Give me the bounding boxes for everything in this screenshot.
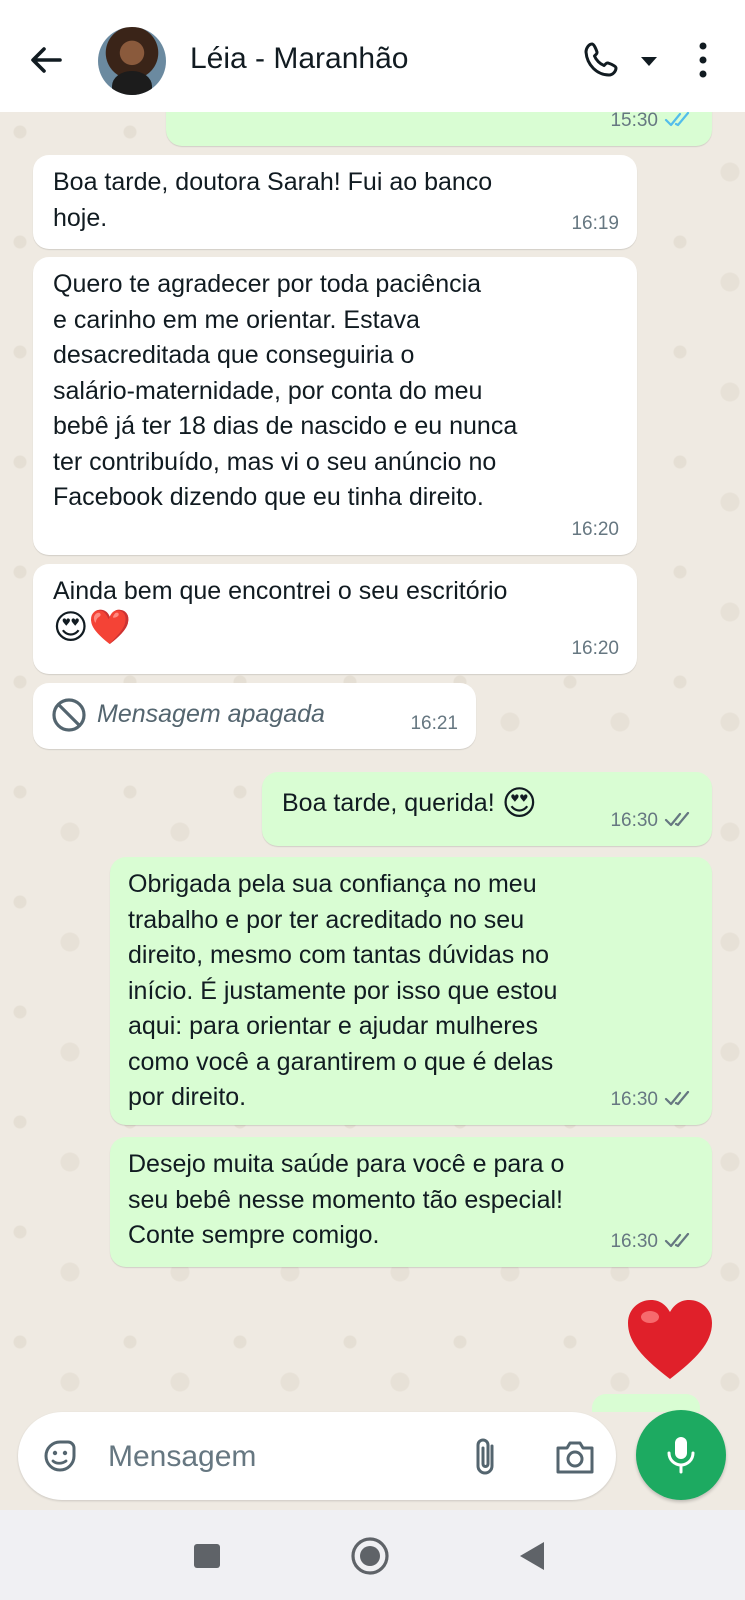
message-bubble-incoming[interactable]: Quero te agradecer por toda paciência e …: [33, 257, 637, 555]
message-meta: 16:30: [610, 1224, 694, 1260]
message-meta: 16:19: [571, 206, 619, 242]
deleted-message-text: Mensagem apagada: [97, 700, 325, 728]
back-arrow-icon[interactable]: [24, 38, 68, 82]
message-text: Boa tarde, doutora Sarah! Fui ao banco h…: [53, 168, 493, 232]
paperclip-icon[interactable]: [466, 1436, 506, 1478]
microphone-icon: [667, 1437, 695, 1474]
message-time: 16:21: [410, 712, 458, 734]
more-options-icon[interactable]: [688, 40, 718, 80]
message-bubble-outgoing[interactable]: 15:30: [166, 112, 712, 146]
message-meta: 16:20: [571, 631, 619, 667]
phone-icon[interactable]: [582, 40, 622, 80]
heart-icon: [628, 1300, 712, 1379]
home-icon[interactable]: [350, 1536, 390, 1576]
message-time: 15:30: [610, 112, 658, 131]
message-time: 16:30: [610, 809, 658, 831]
message-composer: [18, 1412, 616, 1500]
message-meta: 15:30: [610, 112, 694, 138]
emoji-heart-eyes: 😍: [501, 783, 538, 824]
double-tick-icon: [664, 1091, 690, 1106]
message-text: Obrigada pela sua confiança no meu traba…: [128, 870, 558, 1111]
message-bubble-incoming[interactable]: Ainda bem que encontrei o seu escritório…: [33, 564, 637, 674]
sticker-icon[interactable]: [40, 1436, 80, 1476]
contact-avatar[interactable]: [98, 27, 166, 95]
message-bubble-outgoing[interactable]: Desejo muita saúde para você e para o se…: [110, 1137, 712, 1267]
message-text-content: Boa tarde, querida!: [282, 789, 495, 817]
message-text: Quero te agradecer por toda paciência e …: [53, 270, 518, 511]
message-time: 16:30: [610, 1088, 658, 1110]
message-text-content: Ainda bem que encontrei o seu escritório: [53, 577, 508, 605]
message-meta: 16:20: [571, 512, 619, 548]
microphone-button[interactable]: [636, 1410, 726, 1500]
message-time: 16:20: [571, 518, 619, 540]
system-navigation-bar: [0, 1510, 745, 1600]
recent-apps-icon[interactable]: [193, 1543, 221, 1569]
message-bubble-outgoing[interactable]: Boa tarde, querida! 😍 16:30: [262, 772, 712, 846]
message-meta: 16:21: [410, 706, 458, 742]
big-heart-emoji-message[interactable]: ❤️: [624, 1297, 716, 1382]
double-tick-icon: [664, 1233, 690, 1248]
message-meta: 16:30: [610, 803, 694, 839]
chat-area[interactable]: 15:30 Boa tarde, doutora Sarah! Fui ao b…: [0, 112, 745, 1412]
message-bubble-outgoing[interactable]: Obrigada pela sua confiança no meu traba…: [110, 857, 712, 1125]
contact-name[interactable]: Léia - Maranhão: [190, 42, 408, 76]
message-bubble-incoming[interactable]: Boa tarde, doutora Sarah! Fui ao banco h…: [33, 155, 637, 249]
message-meta: 16:30: [610, 1082, 694, 1118]
blocked-icon: [51, 697, 87, 733]
message-time: 16:30: [610, 1230, 658, 1252]
read-ticks-icon: [664, 112, 690, 127]
message-text: Desejo muita saúde para você e para o se…: [128, 1150, 565, 1249]
chevron-down-icon[interactable]: [638, 50, 660, 72]
message-text: Ainda bem que encontrei o seu escritório…: [53, 574, 617, 646]
message-bubble-deleted[interactable]: Mensagem apagada 16:21: [33, 683, 476, 749]
camera-icon[interactable]: [554, 1438, 596, 1476]
double-tick-icon: [664, 812, 690, 827]
message-time: 16:20: [571, 637, 619, 659]
big-heart-emoji-text: ❤️: [716, 1297, 717, 1298]
chat-header: Léia - Maranhão: [0, 0, 745, 112]
message-input[interactable]: [106, 1432, 440, 1482]
back-triangle-icon[interactable]: [518, 1541, 546, 1571]
emoji-heart-eyes-heart: 😍❤️: [53, 607, 131, 648]
message-time: 16:19: [571, 212, 619, 234]
